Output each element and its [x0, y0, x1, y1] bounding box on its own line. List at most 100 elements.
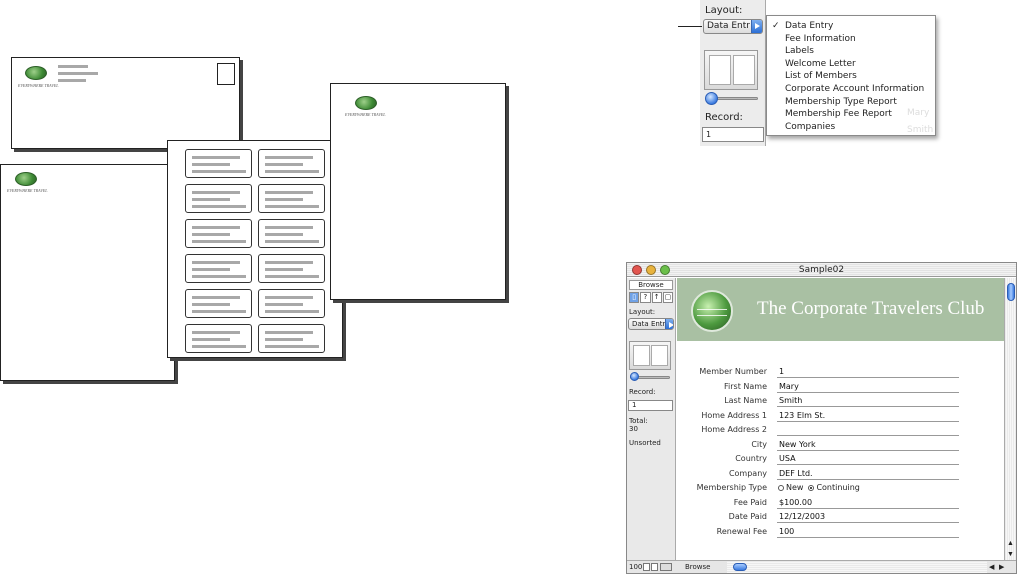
layout-menu-item[interactable]: Welcome Letter [767, 58, 856, 71]
title-bar[interactable]: Sample02 [627, 263, 1016, 277]
radio-button[interactable] [808, 485, 815, 491]
layout-menu-item[interactable]: Membership Type Report [767, 96, 897, 109]
label-text-line [265, 303, 303, 306]
mode-indicator: Browse [685, 563, 711, 571]
layout-menu-item[interactable]: List of Members [767, 70, 857, 83]
window-title: Sample02 [798, 265, 845, 275]
label-text-line [265, 233, 303, 236]
total-label: Total: [629, 417, 648, 425]
status-toggle-icon[interactable] [660, 563, 672, 571]
field-input[interactable]: 1 [777, 366, 959, 378]
label-text-line [192, 261, 240, 264]
callout-pointer-line [678, 26, 702, 27]
book-navigator-icon[interactable] [704, 50, 758, 90]
layout-menu-item-label: Welcome Letter [785, 58, 856, 69]
layout-menu-item-label: Membership Type Report [785, 96, 897, 107]
record-slider-knob[interactable] [630, 372, 639, 381]
field-label: Home Address 2 [701, 425, 767, 434]
mailing-label [258, 254, 325, 283]
label-text-line [192, 198, 230, 201]
address-line [58, 65, 88, 68]
behind-value: Mary [907, 108, 930, 118]
mailing-label [258, 149, 325, 178]
form-row: City New York [677, 438, 1005, 452]
scroll-down-arrow-icon[interactable]: ▼ [1007, 551, 1014, 558]
layout-menu-item[interactable]: Fee Information [767, 33, 856, 46]
book-navigator-icon[interactable] [629, 341, 671, 370]
status-record-label: Record: [629, 388, 656, 396]
labels-sheet-illustration [167, 140, 343, 358]
company-logo-icon [355, 96, 377, 110]
field-input[interactable]: USA [777, 453, 959, 465]
field-input[interactable] [777, 424, 959, 436]
book-mode-icon[interactable]: ▯ [629, 292, 640, 303]
field-input[interactable]: New York [777, 439, 959, 451]
behind-value: Smith [907, 125, 934, 135]
mailing-label [185, 324, 252, 353]
toolbar-icons: ▯ ? ↑ ▢ [629, 292, 673, 303]
scroll-up-arrow-icon[interactable]: ▲ [1007, 540, 1014, 547]
layout-menu-item-label: Membership Fee Report [785, 109, 892, 120]
book-page-right [733, 55, 755, 85]
mailing-label [258, 289, 325, 318]
layout-menu-item[interactable]: Companies [767, 121, 835, 134]
mode-tab-browse[interactable]: Browse [629, 280, 673, 290]
form-row: Home Address 1 123 Elm St. [677, 409, 1005, 423]
mailing-label [258, 219, 325, 248]
sort-mode-icon[interactable]: ↑ [651, 292, 662, 303]
field-input[interactable]: 123 Elm St. [777, 410, 959, 422]
field-label: Renewal Fee [716, 526, 767, 536]
zoom-out-icon[interactable] [643, 563, 650, 571]
label-text-line [192, 191, 240, 194]
layout-menu-item-label: Labels [785, 46, 814, 57]
field-input[interactable]: Smith [777, 395, 959, 407]
label-text-line [265, 275, 319, 278]
find-mode-icon[interactable]: ? [640, 292, 651, 303]
address-line [58, 79, 86, 82]
field-label: Date Paid [728, 512, 767, 521]
vertical-scroll-thumb[interactable] [1007, 283, 1015, 301]
company-logo-icon [25, 66, 47, 80]
horizontal-scrollbar[interactable] [727, 561, 987, 573]
horizontal-scroll-thumb[interactable] [733, 563, 747, 571]
popup-arrow-icon [665, 319, 673, 329]
label-text-line [265, 345, 319, 348]
scroll-left-arrow-icon[interactable]: ◀ [989, 563, 994, 571]
label-text-line [265, 338, 303, 341]
status-layout-value: Data Entr [632, 320, 666, 328]
page-mode-icon[interactable]: ▢ [662, 292, 673, 303]
layout-menu-item-label: List of Members [785, 71, 857, 82]
zoom-level[interactable]: 100 [629, 563, 642, 571]
record-slider-knob[interactable] [705, 92, 718, 105]
vertical-scrollbar[interactable]: ▲ ▼ [1004, 278, 1016, 561]
checkmark-icon: ✓ [772, 21, 780, 31]
field-input[interactable]: $100.00 [777, 497, 959, 509]
label-text-line [192, 338, 230, 341]
field-label: Membership Type [696, 483, 767, 492]
radio-button[interactable] [778, 485, 784, 491]
layout-menu-item[interactable]: Corporate Account Information [767, 83, 924, 96]
label-text-line [192, 170, 246, 173]
field-label: Country [735, 454, 767, 463]
layout-menu-item[interactable]: Labels [767, 45, 814, 58]
globe-logo-icon [691, 290, 733, 332]
layout-popup[interactable]: Data Entr [703, 19, 763, 34]
field-label: Last Name [724, 396, 767, 405]
status-record-field[interactable]: 1 [628, 400, 673, 411]
book-page-left [709, 55, 731, 85]
logo-text: EVERYWHERE TRAVEL [345, 112, 386, 117]
status-layout-popup[interactable]: Data Entr [628, 318, 674, 330]
field-input[interactable]: 100 [777, 526, 959, 538]
field-input[interactable]: DEF Ltd. [777, 468, 959, 480]
layout-menu-item-label: Fee Information [785, 33, 856, 44]
field-input[interactable]: 12/12/2003 [777, 511, 959, 523]
layout-menu-item[interactable]: Membership Fee Report [767, 108, 892, 121]
record-number-field[interactable]: 1 [702, 127, 764, 142]
label-text-line [192, 163, 230, 166]
scroll-right-arrow-icon[interactable]: ▶ [999, 563, 1004, 571]
layout-popup-value: Data Entr [707, 21, 750, 31]
zoom-in-icon[interactable] [651, 563, 658, 571]
layout-menu-item[interactable]: ✓ Data Entry [767, 20, 833, 33]
sort-state: Unsorted [629, 439, 661, 447]
field-input[interactable]: Mary [777, 381, 959, 393]
